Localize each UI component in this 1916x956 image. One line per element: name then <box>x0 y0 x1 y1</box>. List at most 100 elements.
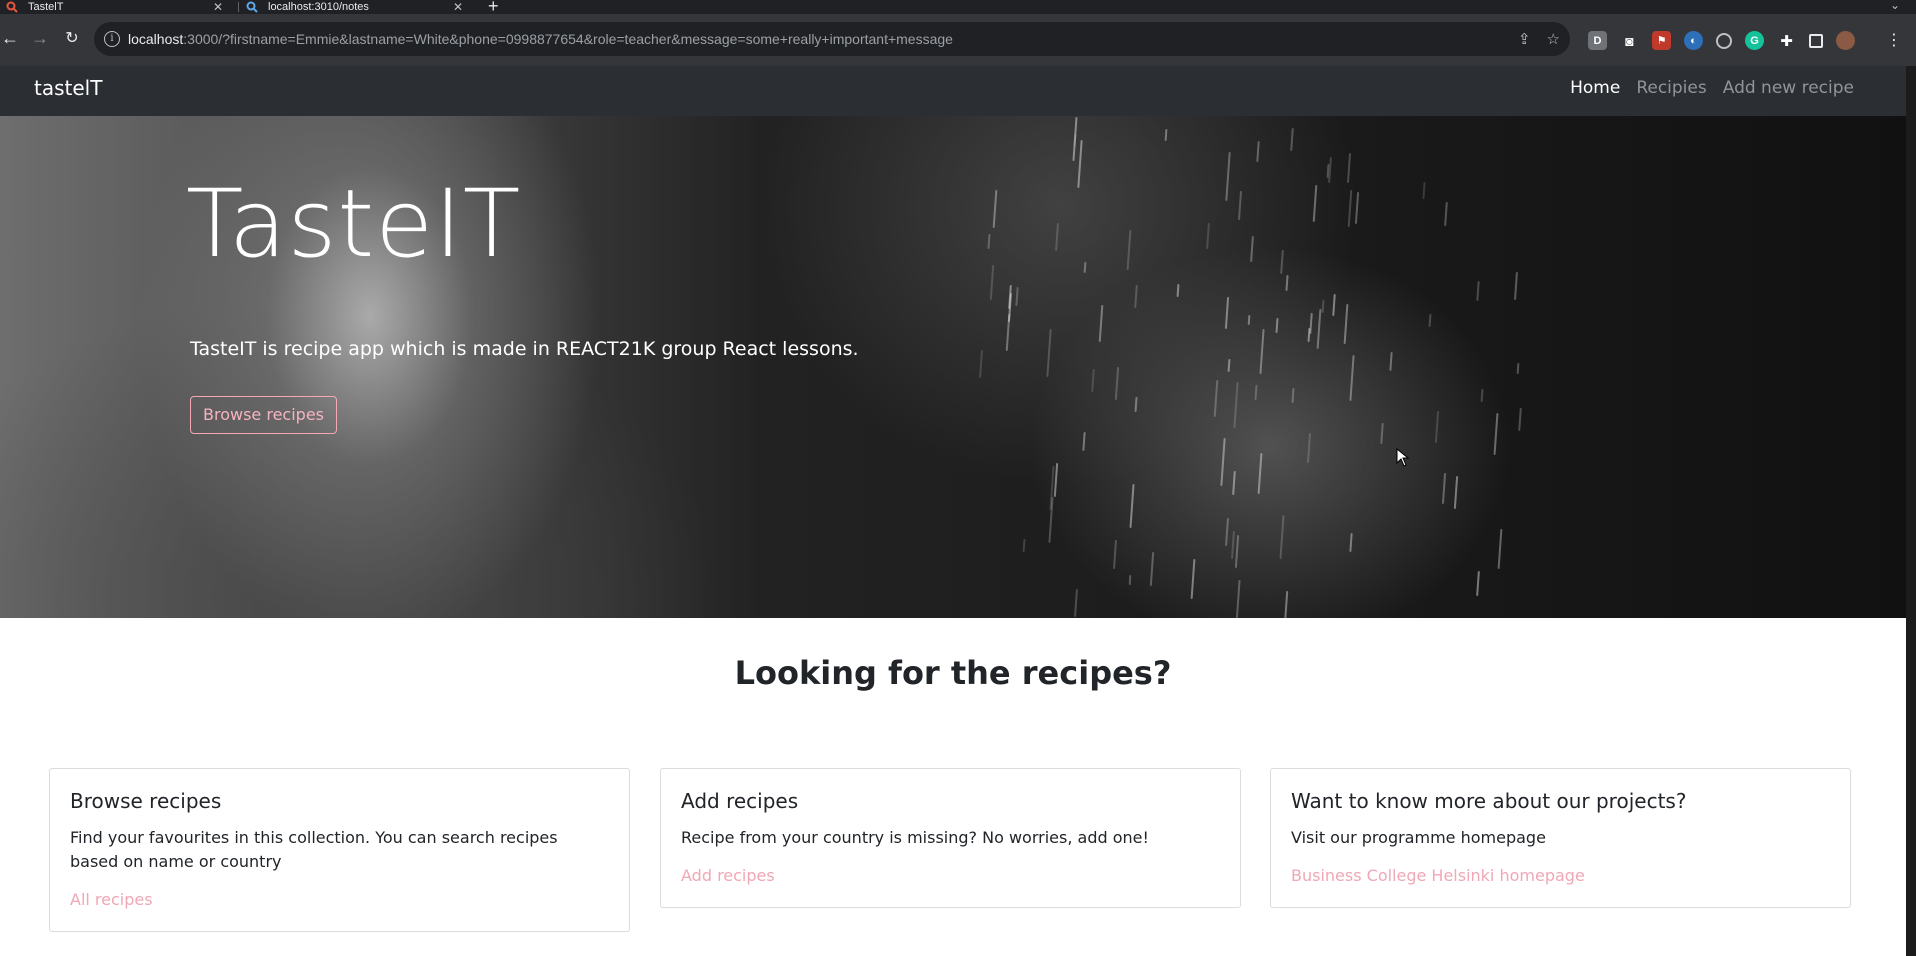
card-title: Want to know more about our projects? <box>1291 789 1687 813</box>
side-panel-icon[interactable] <box>1809 33 1823 48</box>
browser-menu-icon[interactable]: ⋮ <box>1886 30 1902 50</box>
bookmark-star-icon[interactable]: ☆ <box>1547 30 1560 48</box>
tab-search-chevron-icon[interactable]: ⌄ <box>1890 0 1900 12</box>
blue-extension-icon[interactable]: ◐ <box>1684 31 1703 50</box>
water-streak <box>1349 533 1353 553</box>
url-host: localhost <box>128 31 184 47</box>
water-streak <box>1129 575 1132 586</box>
water-streak <box>1045 329 1052 378</box>
water-streak <box>1480 388 1484 403</box>
water-streak <box>1205 223 1210 249</box>
back-icon[interactable]: ← <box>0 28 20 48</box>
water-streak <box>1164 129 1168 142</box>
water-streak <box>1227 359 1231 373</box>
water-streak <box>1513 271 1518 300</box>
water-streak <box>1233 381 1240 428</box>
close-tab-icon[interactable]: ✕ <box>213 0 223 14</box>
water-streak <box>1133 285 1138 309</box>
water-streak <box>1284 591 1289 618</box>
water-streak <box>1349 355 1355 402</box>
water-streak <box>1279 249 1284 274</box>
site-brand[interactable]: tastelT <box>34 76 102 100</box>
water-streak <box>989 264 994 300</box>
water-streak <box>1493 413 1499 455</box>
water-streak <box>1072 117 1078 162</box>
water-streak <box>1380 422 1385 444</box>
card-add-recipes: Add recipes Recipe from your country is … <box>660 768 1241 908</box>
water-streak <box>1149 551 1155 586</box>
water-streak <box>1422 181 1426 199</box>
profile-avatar[interactable] <box>1836 31 1855 50</box>
circle-extension-icon[interactable] <box>1716 32 1732 49</box>
water-streak <box>1055 223 1060 252</box>
water-streak <box>1230 530 1235 559</box>
browser-tab-strip: TastelT ✕ localhost:3010/notes ✕ + ⌄ <box>0 0 1916 15</box>
water-streak <box>1077 140 1083 188</box>
water-streak <box>1129 483 1135 529</box>
forward-icon[interactable]: → <box>30 28 50 48</box>
water-streak <box>1254 385 1258 400</box>
water-streak <box>1074 589 1079 617</box>
magnifier-favicon-icon <box>6 1 18 13</box>
browser-tab-notes[interactable]: localhost:3010/notes ✕ <box>246 0 476 14</box>
page-scrollbar[interactable] <box>1906 66 1916 956</box>
water-streak <box>1332 293 1336 316</box>
water-streak <box>1434 410 1440 443</box>
water-streak <box>1291 388 1295 404</box>
browser-tab-tastelt[interactable]: TastelT ✕ <box>6 0 232 14</box>
browser-toolbar: ← → ↻ i localhost:3000/?firstname=Emmie&… <box>0 14 1916 66</box>
nav-link-add-new-recipe[interactable]: Add new recipe <box>1723 78 1854 98</box>
browse-recipes-button[interactable]: Browse recipes <box>190 396 337 434</box>
water-streak <box>1517 408 1522 432</box>
water-streak <box>979 349 984 379</box>
water-streak <box>1190 558 1195 599</box>
hero-description: TasteIT is recipe app which is made in R… <box>190 338 859 360</box>
grammarly-icon[interactable]: G <box>1745 31 1764 50</box>
extensions-area: D ◙ ⚑ ◐ G ✚ <box>1588 31 1855 50</box>
water-streak <box>1444 201 1448 226</box>
water-streak <box>1307 433 1312 463</box>
all-recipes-link[interactable]: All recipes <box>70 890 153 909</box>
omnibox-actions: ⇪ ☆ <box>1518 30 1560 48</box>
water-streak <box>1259 329 1265 375</box>
reload-icon[interactable]: ↻ <box>62 28 82 48</box>
water-streak <box>1053 463 1059 498</box>
water-streak <box>1231 470 1236 495</box>
camera-extension-icon[interactable]: ◙ <box>1620 31 1639 50</box>
add-recipes-link[interactable]: Add recipes <box>681 866 775 885</box>
water-streak <box>1328 157 1333 184</box>
share-icon[interactable]: ⇪ <box>1518 30 1531 48</box>
water-streak <box>1516 362 1520 375</box>
extension-d-icon[interactable]: D <box>1588 31 1607 50</box>
water-streak <box>1083 261 1087 274</box>
water-streak <box>1347 152 1352 183</box>
puzzle-extensions-icon[interactable]: ✚ <box>1777 31 1796 50</box>
tab-title: TastelT <box>28 1 64 13</box>
nav-link-recipies[interactable]: Recipies <box>1636 78 1706 98</box>
card-title: Browse recipes <box>70 789 222 813</box>
water-streak <box>1312 184 1317 223</box>
water-streak <box>1099 304 1104 343</box>
url-path: :3000/?firstname=Emmie&lastname=White&ph… <box>183 31 953 47</box>
water-streak <box>992 190 997 229</box>
water-streak <box>1389 352 1393 372</box>
red-extension-icon[interactable]: ⚑ <box>1652 31 1671 50</box>
bc-helsinki-homepage-link[interactable]: Business College Helsinki homepage <box>1291 866 1585 885</box>
water-streak <box>986 233 991 249</box>
water-streak <box>1497 528 1503 569</box>
card-title: Add recipes <box>681 789 799 813</box>
address-bar[interactable]: i localhost:3000/?firstname=Emmie&lastna… <box>94 22 1570 56</box>
new-tab-icon[interactable]: + <box>488 0 499 15</box>
site-info-icon[interactable]: i <box>104 31 120 47</box>
close-tab-icon[interactable]: ✕ <box>453 0 463 14</box>
nav-link-home[interactable]: Home <box>1570 78 1620 98</box>
url-text[interactable]: localhost:3000/?firstname=Emmie&lastname… <box>128 31 953 47</box>
nav-links: Home Recipies Add new recipe <box>1570 78 1854 98</box>
water-streak <box>1238 191 1243 221</box>
water-streak <box>1114 366 1120 400</box>
card-text: Recipe from your country is missing? No … <box>681 828 1149 847</box>
water-streak <box>1235 580 1241 618</box>
water-streak <box>1126 229 1132 270</box>
water-streak <box>1475 570 1480 597</box>
water-streak <box>1441 472 1446 504</box>
